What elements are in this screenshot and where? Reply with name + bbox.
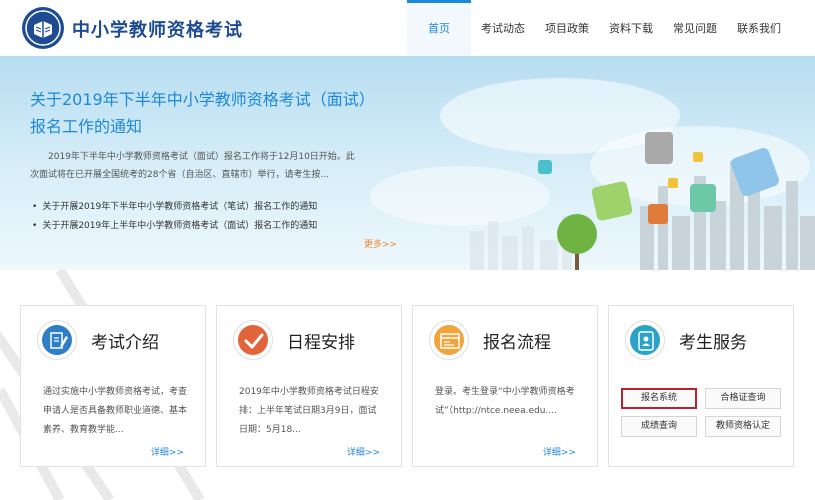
more-link[interactable]: 更多>>: [364, 237, 397, 250]
banner-headline[interactable]: 关于2019年下半年中小学教师资格考试（面试）报名工作的通知: [30, 86, 390, 140]
news-link[interactable]: 关于开展2019年上半年中小学教师资格考试（面试）报名工作的通知: [32, 217, 317, 236]
certificate-query-button[interactable]: 合格证查询: [705, 388, 781, 409]
registration-system-button[interactable]: 报名系统: [621, 388, 697, 409]
card-schedule: 日程安排 2019年中小学教师资格考试日程安排：上半年笔试日期3月9日，面试日期…: [216, 305, 402, 467]
nav-home[interactable]: 首页: [407, 0, 471, 56]
book-emblem-icon: [25, 10, 61, 46]
card-text: 2019年中小学教师资格考试日程安排：上半年笔试日期3月9日，面试日期：5月18…: [239, 387, 379, 435]
card-exam-intro: 考试介绍 通过实施中小学教师资格考试，考查申请人是否具备教师职业道德、基本素养、…: [20, 305, 206, 467]
nav-downloads[interactable]: 资料下载: [599, 0, 663, 56]
contact-card-icon: [638, 331, 654, 351]
card-title[interactable]: 考试介绍: [91, 328, 159, 353]
card-icon-wrapper: [625, 320, 665, 360]
score-query-button[interactable]: 成绩查询: [621, 416, 697, 437]
checkmark-icon: [244, 333, 264, 349]
nav-policy[interactable]: 项目政策: [535, 0, 599, 56]
site-title[interactable]: 中小学教师资格考试: [72, 16, 243, 42]
card-text: 通过实施中小学教师资格考试，考查申请人是否具备教师职业道德、基本素养、教育教学能…: [43, 387, 188, 435]
card-icon-wrapper: [429, 320, 469, 360]
card-candidate-services: 考生服务 报名系统 合格证查询 成绩查询 教师资格认定: [608, 305, 794, 467]
main-nav: 首页 考试动态 项目政策 资料下载 常见问题 联系我们: [407, 0, 791, 56]
details-link[interactable]: 详细>>: [543, 445, 576, 458]
nav-exam-news[interactable]: 考试动态: [471, 0, 535, 56]
document-edit-icon: [50, 332, 68, 349]
site-header: 中小学教师资格考试 首页 考试动态 项目政策 资料下载 常见问题 联系我们: [0, 0, 815, 56]
banner-description: 2019年下半年中小学教师资格考试（面试）报名工作将于12月10日开始。此次面试…: [30, 152, 355, 180]
teacher-certification-button[interactable]: 教师资格认定: [705, 416, 781, 437]
nav-contact[interactable]: 联系我们: [727, 0, 791, 56]
card-text: 登录。考生登录“中小学教师资格考试”（http://ntce.neea.edu.…: [435, 387, 575, 416]
details-link[interactable]: 详细>>: [347, 445, 380, 458]
browser-window-icon: [440, 333, 460, 349]
card-title[interactable]: 报名流程: [483, 328, 551, 353]
card-registration-process: 报名流程 登录。考生登录“中小学教师资格考试”（http://ntce.neea…: [412, 305, 598, 467]
card-title[interactable]: 日程安排: [287, 328, 355, 353]
card-icon-wrapper: [37, 320, 77, 360]
details-link[interactable]: 详细>>: [151, 445, 184, 458]
card-icon-wrapper: [233, 320, 273, 360]
nav-faq[interactable]: 常见问题: [663, 0, 727, 56]
site-logo[interactable]: [22, 7, 64, 49]
card-title[interactable]: 考生服务: [679, 328, 747, 353]
banner-news-list: 关于开展2019年下半年中小学教师资格考试（笔试）报名工作的通知 关于开展201…: [32, 198, 317, 236]
hero-banner: 关于2019年下半年中小学教师资格考试（面试）报名工作的通知 2019年下半年中…: [0, 56, 815, 270]
news-link[interactable]: 关于开展2019年下半年中小学教师资格考试（笔试）报名工作的通知: [32, 198, 317, 217]
